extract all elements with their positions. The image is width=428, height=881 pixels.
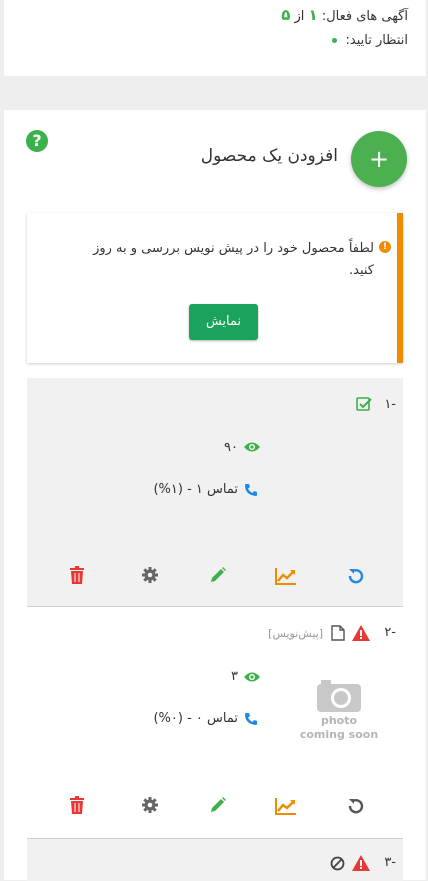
- add-product-button[interactable]: +: [351, 131, 407, 187]
- warning-icon: [352, 625, 370, 641]
- document-icon: [331, 625, 345, 641]
- pending-dot: [332, 38, 338, 43]
- refresh-icon[interactable]: [346, 796, 366, 816]
- eye-icon: [243, 440, 261, 454]
- delete-trash-icon[interactable]: [69, 566, 85, 584]
- item-2-number: -۲: [384, 625, 396, 640]
- warning-icon: [352, 855, 370, 871]
- active-ads-label: آگهی های فعال:: [321, 9, 408, 24]
- item-2-views: ۳: [231, 669, 238, 684]
- photo-text-line1: photo: [320, 714, 358, 727]
- settings-gear-icon[interactable]: [141, 796, 159, 814]
- item-2-draft-label: [پیش‌نویس]: [268, 627, 323, 640]
- exclamation-icon: !: [379, 241, 391, 253]
- phone-icon: [244, 712, 258, 726]
- stats-chart-icon[interactable]: [275, 797, 297, 815]
- notice-message: لطفاً محصول خود را در پیش نویس بررسی و ب…: [93, 241, 374, 278]
- settings-gear-icon[interactable]: [141, 566, 159, 584]
- show-button[interactable]: نمایش: [189, 304, 258, 340]
- eye-icon: [243, 670, 261, 684]
- phone-icon: [244, 483, 258, 497]
- active-ads-line: آگهی های فعال: ۱ از ۵: [281, 6, 408, 24]
- active-ads-count: ۱: [308, 6, 318, 24]
- help-icon[interactable]: ?: [26, 130, 48, 152]
- of-label: از: [294, 9, 305, 24]
- stats-chart-icon[interactable]: [275, 567, 297, 585]
- item-3-number: -۳: [384, 855, 396, 870]
- item-1-number: -۱: [384, 397, 396, 412]
- refresh-icon[interactable]: [346, 566, 366, 586]
- item-2-contacts: تماس ۰ - (۰%): [153, 711, 238, 726]
- edit-icon[interactable]: [209, 796, 227, 814]
- delete-trash-icon[interactable]: [69, 796, 85, 814]
- add-product-title: افزودن یک محصول: [200, 146, 338, 166]
- draft-notice: [27, 213, 403, 363]
- item-1-contacts: تماس ۱ - (۱%): [153, 482, 238, 497]
- item-1-views: ۹۰: [224, 440, 238, 455]
- ban-icon: [330, 856, 345, 871]
- photo-text-line2: coming soon: [299, 728, 379, 741]
- active-ads-total: ۵: [281, 6, 291, 24]
- camera-icon: [317, 680, 361, 712]
- photo-placeholder: photo coming soon: [299, 678, 379, 750]
- edit-icon[interactable]: [209, 566, 227, 584]
- pending-label: انتظار تایید:: [345, 33, 408, 48]
- product-item-3: [27, 838, 403, 881]
- checkbox-checked-icon[interactable]: [356, 396, 372, 412]
- pending-line: انتظار تایید:: [332, 33, 408, 48]
